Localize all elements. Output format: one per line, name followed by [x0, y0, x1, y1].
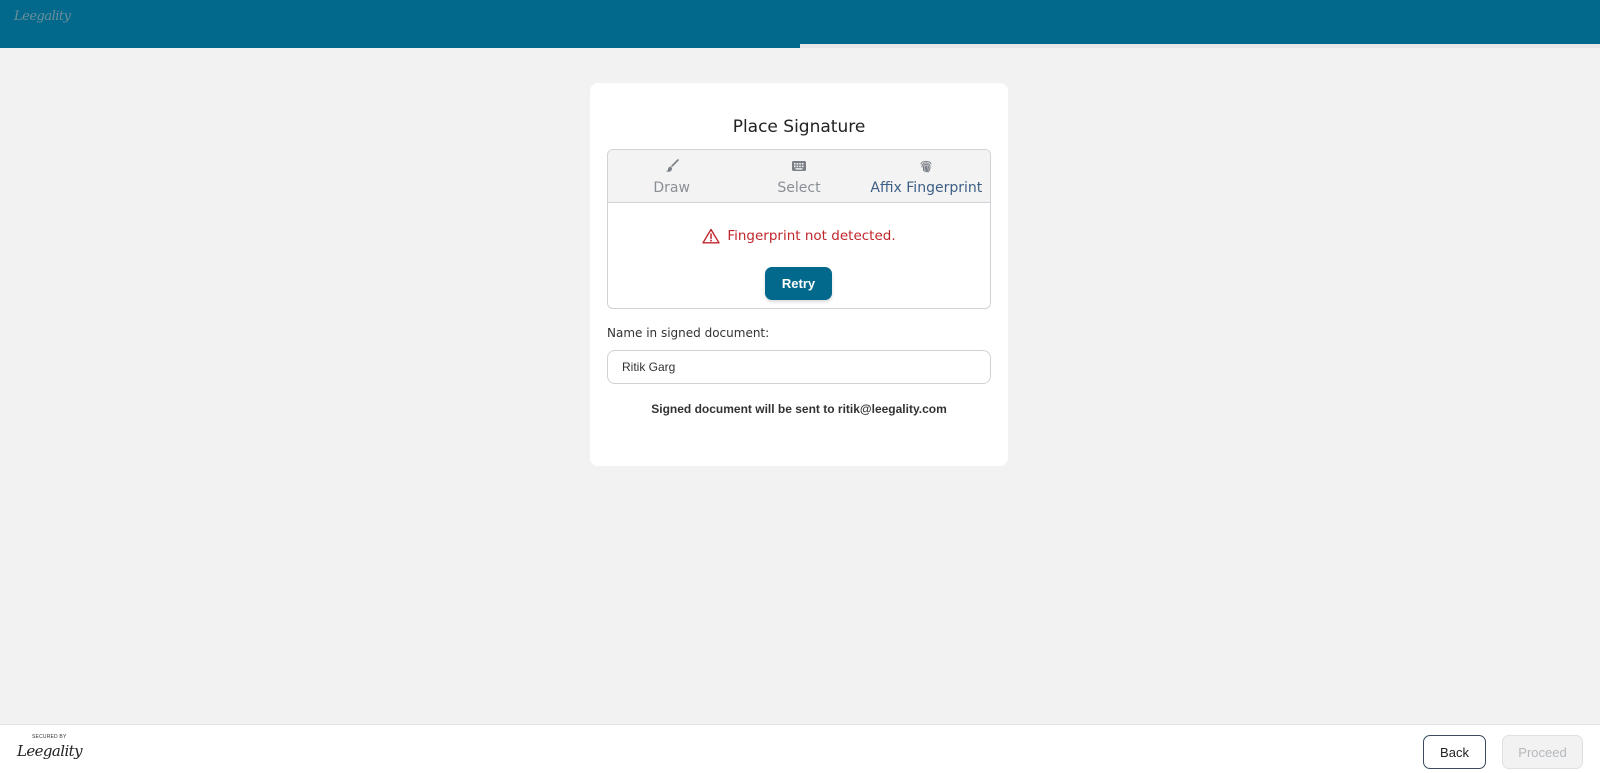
- tab-draw[interactable]: Draw: [608, 150, 735, 202]
- progress-bar-fill: [0, 44, 800, 48]
- error-message: Fingerprint not detected.: [608, 228, 990, 244]
- name-field-label: Name in signed document:: [607, 326, 770, 340]
- tab-affix-fingerprint[interactable]: Affix Fingerprint: [863, 150, 990, 202]
- signature-tabs: Draw Select Affix Fingerprint: [608, 150, 990, 203]
- secured-by-badge: SECURED BY Leegality: [15, 734, 83, 768]
- page-title: Place Signature: [732, 117, 866, 137]
- tab-select[interactable]: Select: [735, 150, 862, 202]
- footer-bar: SECURED BY Leegality Back Proceed: [0, 724, 1600, 773]
- signature-panel: Draw Select Affix Fingerprint Fingerprin…: [607, 149, 991, 309]
- header-logo: Leegality: [14, 9, 71, 24]
- fingerprint-panel-body: Fingerprint not detected. Retry: [608, 203, 990, 308]
- retry-button[interactable]: Retry: [765, 267, 832, 300]
- send-note: Signed document will be sent to ritik@le…: [651, 402, 947, 416]
- tab-draw-label: Draw: [653, 180, 690, 196]
- progress-bar: [0, 44, 1600, 48]
- secured-by-logo: Leegality: [17, 742, 83, 760]
- signature-card: Place Signature Draw Select Affix Finger…: [590, 83, 1008, 466]
- error-text: Fingerprint not detected.: [727, 228, 896, 244]
- warning-triangle-icon: [702, 228, 721, 244]
- tab-select-label: Select: [777, 180, 821, 196]
- fingerprint-icon: [920, 160, 932, 173]
- proceed-button[interactable]: Proceed: [1502, 735, 1583, 769]
- tab-affix-fingerprint-label: Affix Fingerprint: [870, 180, 983, 196]
- name-input[interactable]: [607, 350, 991, 384]
- back-button[interactable]: Back: [1423, 735, 1486, 769]
- secured-by-label: SECURED BY: [32, 734, 67, 740]
- top-header: Leegality: [0, 0, 1600, 44]
- keyboard-icon: [791, 161, 806, 171]
- brush-icon: [665, 159, 679, 172]
